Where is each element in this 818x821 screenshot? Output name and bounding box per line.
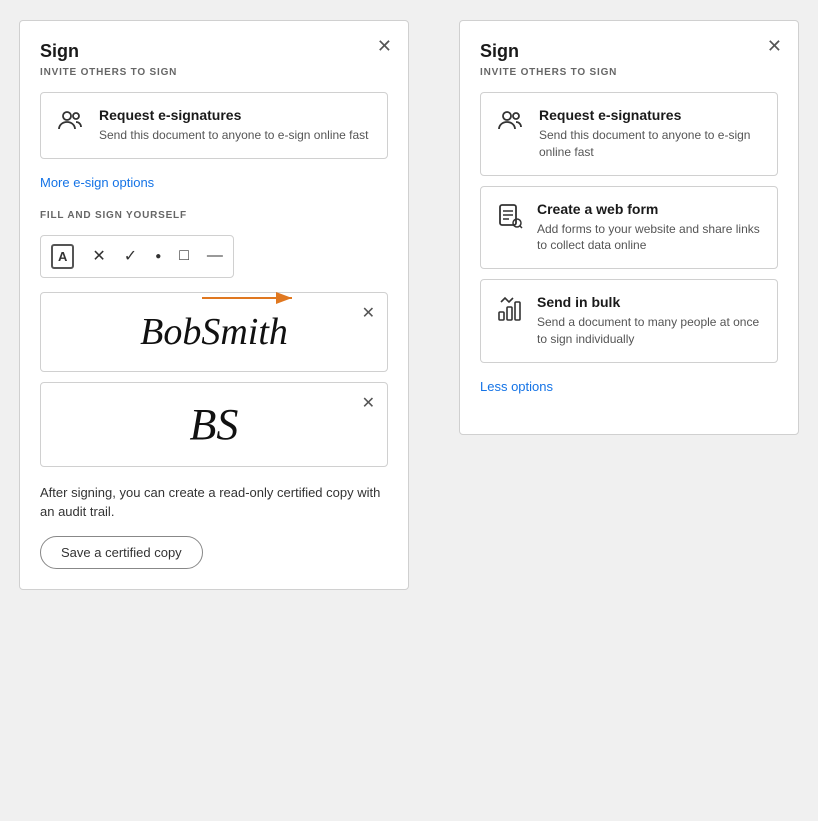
right-close-button[interactable]: ✕ — [767, 37, 782, 55]
left-request-esig-text: Request e-signatures Send this document … — [99, 107, 369, 144]
right-request-esig-title: Request e-signatures — [539, 107, 761, 123]
left-panel-wrapper: Sign ✕ INVITE OTHERS TO SIGN Request e-s… — [19, 20, 409, 590]
save-certified-copy-button[interactable]: Save a certified copy — [40, 536, 203, 569]
fill-sign-section: FILL AND SIGN YOURSELF A ✕ ✓ ● □ — BobSm… — [40, 210, 388, 467]
right-panel: Sign ✕ INVITE OTHERS TO SIGN Request e-s… — [459, 20, 799, 435]
right-web-form-icon — [497, 203, 523, 235]
signature-box-2[interactable]: BS ✕ — [40, 382, 388, 467]
arrow-indicator — [202, 283, 272, 313]
right-request-esig-card[interactable]: Request e-signatures Send this document … — [480, 92, 778, 176]
signature-2-image: BS — [190, 399, 239, 450]
signature-2-close[interactable]: ✕ — [362, 393, 375, 413]
left-request-esig-icon — [57, 109, 85, 139]
right-panel-title: Sign — [480, 41, 519, 61]
right-request-esig-desc: Send this document to anyone to e-sign o… — [539, 127, 761, 161]
right-web-form-title: Create a web form — [537, 201, 761, 217]
right-request-esig-icon — [497, 109, 525, 139]
right-invite-section-label: INVITE OTHERS TO SIGN — [480, 67, 617, 78]
right-send-bulk-text: Send in bulk Send a document to many peo… — [537, 294, 761, 348]
left-close-button[interactable]: ✕ — [377, 37, 392, 55]
tools-row: A ✕ ✓ ● □ — — [40, 235, 234, 278]
left-invite-label: INVITE OTHERS TO SIGN — [40, 62, 388, 80]
less-options-button[interactable]: Less options — [480, 379, 553, 394]
right-web-form-card[interactable]: Create a web form Add forms to your webs… — [480, 186, 778, 270]
right-web-form-desc: Add forms to your website and share link… — [537, 221, 761, 255]
right-web-form-text: Create a web form Add forms to your webs… — [537, 201, 761, 255]
right-send-bulk-desc: Send a document to many people at once t… — [537, 314, 761, 348]
left-panel: Sign ✕ INVITE OTHERS TO SIGN Request e-s… — [19, 20, 409, 590]
more-esign-options-button[interactable]: More e-sign options — [40, 175, 154, 190]
left-request-esig-desc: Send this document to anyone to e-sign o… — [99, 127, 369, 144]
tool-check-icon[interactable]: ✓ — [124, 246, 137, 266]
tool-dash-icon[interactable]: — — [207, 247, 223, 265]
signature-1-image: BobSmith — [140, 310, 288, 354]
signature-1-close[interactable]: ✕ — [362, 303, 375, 323]
right-send-bulk-title: Send in bulk — [537, 294, 761, 310]
right-request-esig-text: Request e-signatures Send this document … — [539, 107, 761, 161]
left-panel-title: Sign — [40, 41, 79, 61]
certified-copy-text: After signing, you can create a read-onl… — [40, 483, 388, 522]
left-invite-section-label: INVITE OTHERS TO SIGN — [40, 67, 177, 78]
left-request-esig-title: Request e-signatures — [99, 107, 369, 123]
tool-rect-icon[interactable]: □ — [179, 247, 189, 265]
tool-text-icon[interactable]: A — [51, 244, 74, 269]
tool-x-icon[interactable]: ✕ — [92, 246, 105, 266]
tool-dot-icon[interactable]: ● — [155, 251, 161, 262]
right-send-bulk-card[interactable]: Send in bulk Send a document to many peo… — [480, 279, 778, 363]
left-request-esig-card[interactable]: Request e-signatures Send this document … — [40, 92, 388, 159]
right-send-bulk-icon — [497, 296, 523, 328]
fill-sign-label: FILL AND SIGN YOURSELF — [40, 210, 388, 221]
main-container: Sign ✕ INVITE OTHERS TO SIGN Request e-s… — [19, 20, 799, 590]
